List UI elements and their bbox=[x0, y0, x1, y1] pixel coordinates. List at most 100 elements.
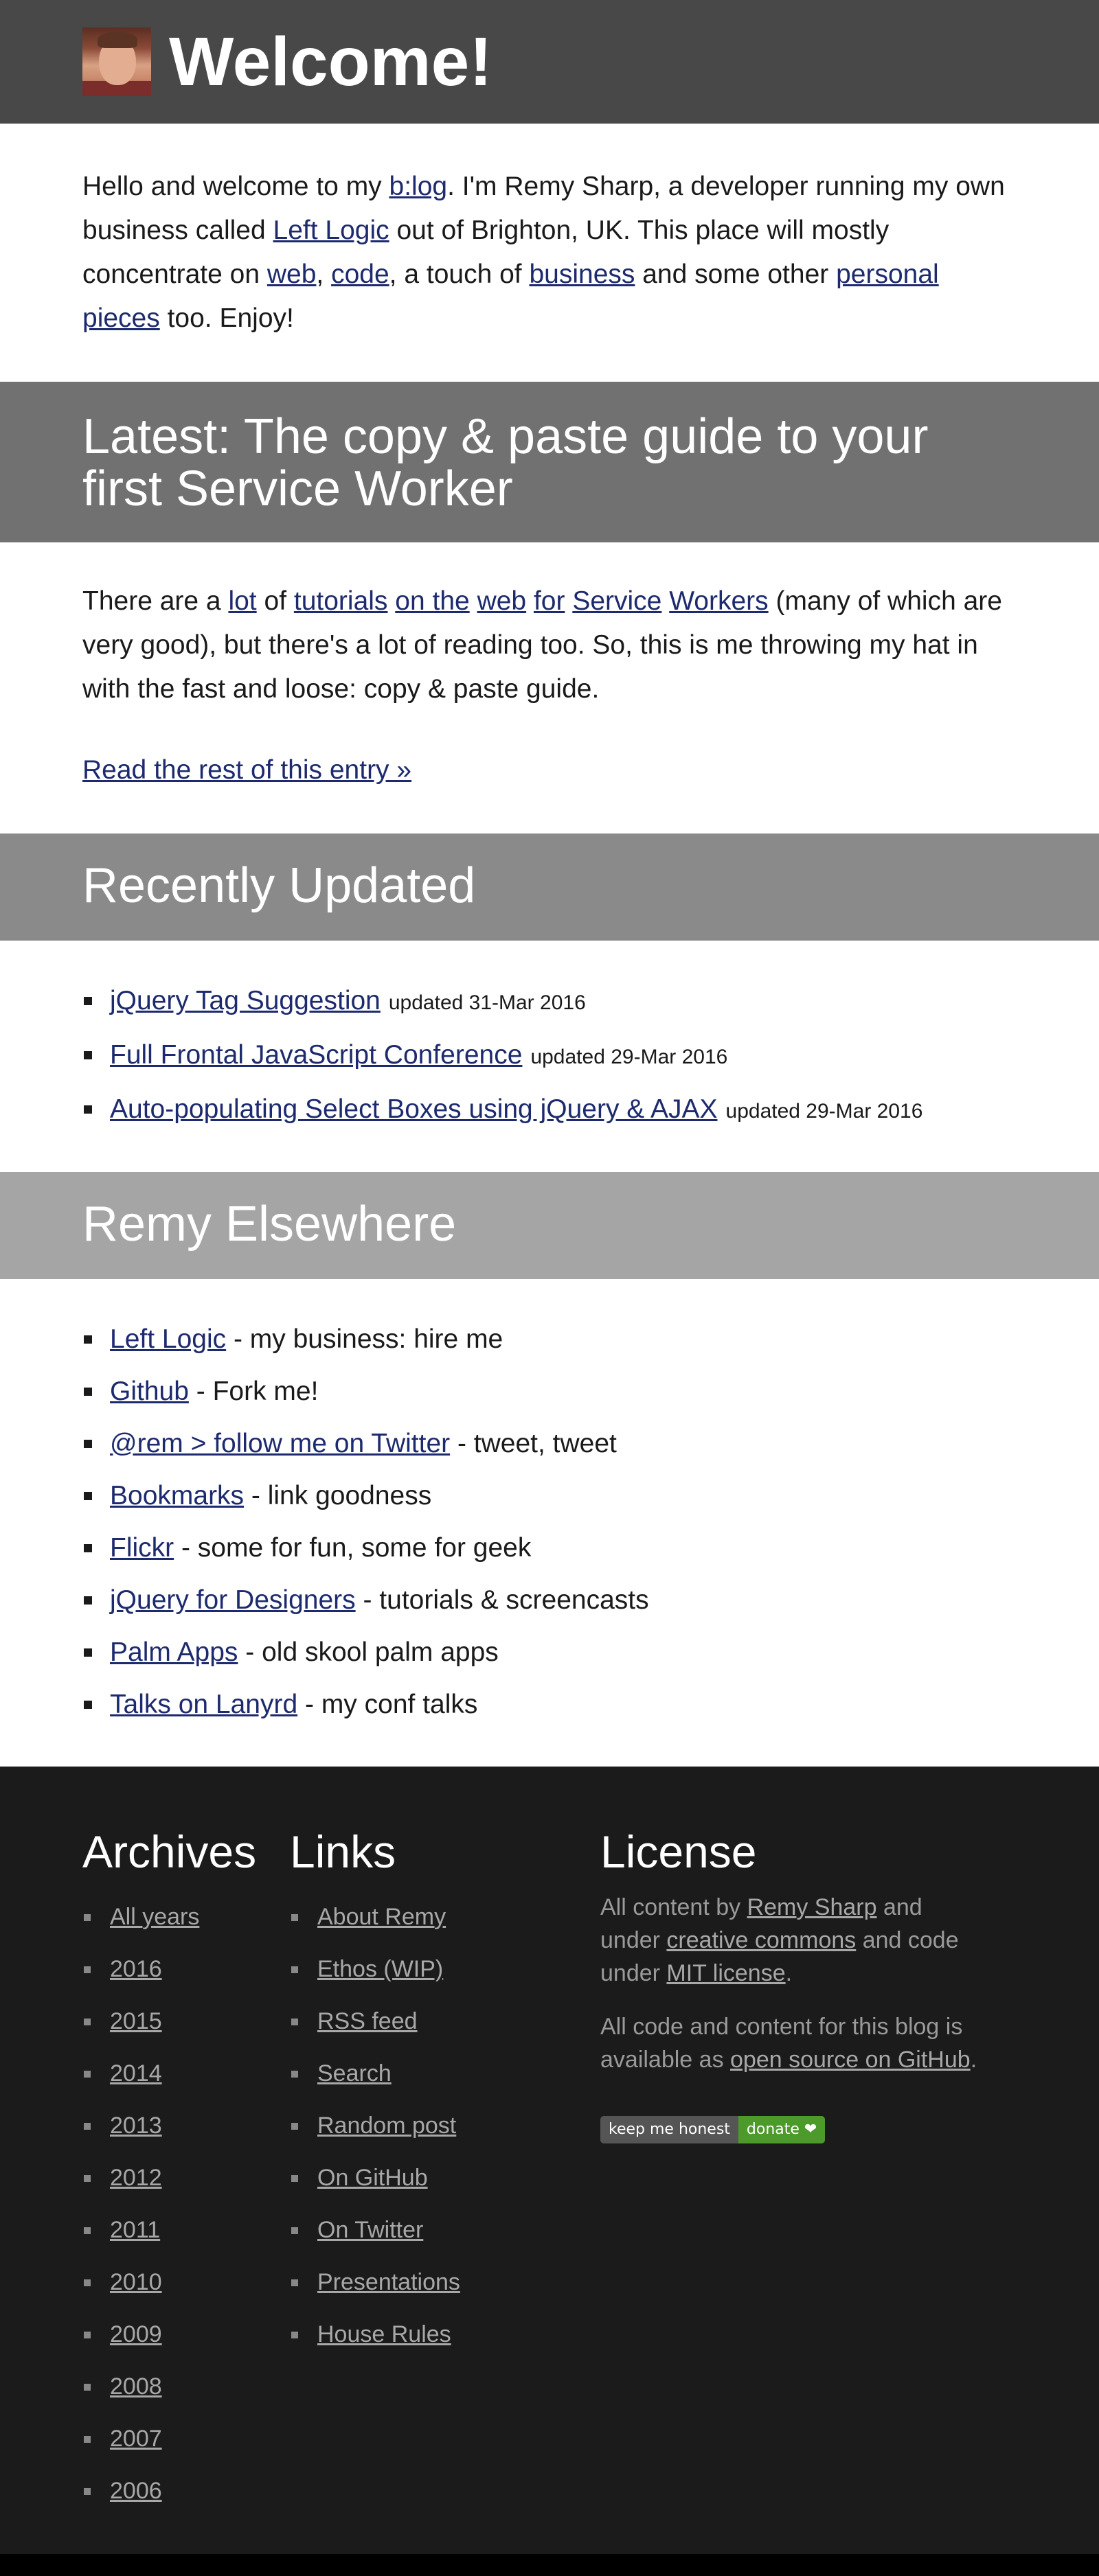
footer-link[interactable]: About Remy bbox=[317, 1904, 446, 1930]
archive-link[interactable]: All years bbox=[110, 1904, 199, 1930]
site-title: Welcome! bbox=[169, 23, 492, 100]
elsewhere-link[interactable]: Palm Apps bbox=[110, 1637, 238, 1667]
footer-link[interactable]: Search bbox=[317, 2060, 392, 2086]
list-item: On GitHub bbox=[290, 2152, 600, 2204]
list-item: About Remy bbox=[290, 1891, 600, 1943]
archives-heading: Archives bbox=[82, 1826, 257, 1877]
list-item: Full Frontal JavaScript Conference update… bbox=[82, 1029, 1017, 1083]
bottom-bar bbox=[0, 2553, 1099, 2576]
open-source-text: All code and content for this blog is av… bbox=[600, 2013, 977, 2073]
license-heading: License bbox=[600, 1826, 757, 1877]
elsewhere-list: Left Logic - my business: hire me Github… bbox=[82, 1313, 1017, 1731]
latest-post-link[interactable]: Latest: The copy & paste guide to your f… bbox=[82, 409, 928, 516]
footer-link[interactable]: Presentations bbox=[317, 2269, 460, 2295]
avatar[interactable] bbox=[82, 27, 151, 96]
list-item: Ethos (WIP) bbox=[290, 1943, 600, 1995]
updated-date: updated 29-Mar 2016 bbox=[725, 1100, 923, 1123]
remy-sharp-link[interactable]: Remy Sharp bbox=[747, 1894, 877, 1920]
list-item: @rem > follow me on Twitter - tweet, twe… bbox=[82, 1418, 1017, 1470]
list-item: 2010 bbox=[82, 2256, 290, 2308]
elsewhere-link[interactable]: Talks on Lanyrd bbox=[110, 1690, 297, 1719]
list-item: Random post bbox=[290, 2100, 600, 2152]
blog-link[interactable]: b:log bbox=[389, 172, 448, 201]
list-item: House Rules bbox=[290, 2308, 600, 2360]
github-source-link[interactable]: open source on GitHub bbox=[730, 2047, 971, 2073]
list-item: 2006 bbox=[82, 2465, 290, 2517]
mit-license-link[interactable]: MIT license bbox=[666, 1960, 785, 1986]
left-logic-link[interactable]: Left Logic bbox=[273, 216, 389, 245]
recently-updated-section: jQuery Tag Suggestion updated 31-Mar 2016… bbox=[0, 941, 1099, 1172]
license-text: All content by Remy Sharp and under crea… bbox=[600, 1894, 959, 1986]
latest-heading: Latest: The copy & paste guide to your f… bbox=[0, 382, 1099, 542]
elsewhere-link[interactable]: Flickr bbox=[110, 1533, 174, 1563]
footer-links-list: About Remy Ethos (WIP) RSS feed Search R… bbox=[290, 1891, 600, 2360]
links-heading: Links bbox=[290, 1826, 396, 1877]
list-item: 2009 bbox=[82, 2308, 290, 2360]
archive-link[interactable]: 2009 bbox=[110, 2321, 162, 2347]
archive-link[interactable]: 2011 bbox=[110, 2217, 160, 2243]
tutorial-link[interactable]: Workers bbox=[669, 586, 768, 616]
elsewhere-link[interactable]: @rem > follow me on Twitter bbox=[110, 1429, 450, 1458]
recent-post-link[interactable]: Full Frontal JavaScript Conference bbox=[110, 1040, 522, 1070]
tutorial-link[interactable]: for bbox=[534, 586, 565, 616]
tutorial-link[interactable]: of bbox=[264, 586, 287, 616]
tutorial-link[interactable]: Service bbox=[572, 586, 661, 616]
tutorial-link[interactable]: web bbox=[477, 586, 527, 616]
donate-badge[interactable]: keep me honest donate ❤ bbox=[600, 2115, 826, 2143]
site-header: Welcome! bbox=[0, 0, 1099, 124]
footer-link[interactable]: On GitHub bbox=[317, 2165, 428, 2191]
list-item: 2014 bbox=[82, 2047, 290, 2100]
list-item: jQuery Tag Suggestion updated 31-Mar 2016 bbox=[82, 975, 1017, 1029]
list-item: Talks on Lanyrd - my conf talks bbox=[82, 1679, 1017, 1731]
business-link[interactable]: business bbox=[529, 260, 635, 289]
elsewhere-link[interactable]: Bookmarks bbox=[110, 1481, 244, 1510]
list-item: Auto-populating Select Boxes using jQuer… bbox=[82, 1083, 1017, 1138]
archive-link[interactable]: 2008 bbox=[110, 2373, 162, 2400]
archive-link[interactable]: 2015 bbox=[110, 2008, 162, 2034]
archives-list: All years 2016 2015 2014 2013 2012 2011 … bbox=[82, 1891, 290, 2517]
list-item: Presentations bbox=[290, 2256, 600, 2308]
recent-post-link[interactable]: Auto-populating Select Boxes using jQuer… bbox=[110, 1094, 718, 1124]
read-more-link[interactable]: Read the rest of this entry » bbox=[82, 755, 411, 785]
badge-label: keep me honest bbox=[600, 2115, 738, 2143]
footer-link[interactable]: RSS feed bbox=[317, 2008, 418, 2034]
recent-post-link[interactable]: jQuery Tag Suggestion bbox=[110, 986, 381, 1015]
list-item: jQuery for Designers - tutorials & scree… bbox=[82, 1574, 1017, 1626]
updated-date: updated 31-Mar 2016 bbox=[388, 991, 586, 1014]
list-item: Left Logic - my business: hire me bbox=[82, 1313, 1017, 1366]
elsewhere-link[interactable]: jQuery for Designers bbox=[110, 1585, 356, 1615]
footer-link[interactable]: Ethos (WIP) bbox=[317, 1956, 443, 1982]
archive-link[interactable]: 2013 bbox=[110, 2113, 162, 2139]
archive-link[interactable]: 2016 bbox=[110, 1956, 162, 1982]
footer-link[interactable]: On Twitter bbox=[317, 2217, 423, 2243]
list-item: 2015 bbox=[82, 1995, 290, 2047]
footer-link[interactable]: House Rules bbox=[317, 2321, 451, 2347]
tutorial-link[interactable]: lot bbox=[228, 586, 256, 616]
web-link[interactable]: web bbox=[267, 260, 317, 289]
archive-link[interactable]: 2010 bbox=[110, 2269, 162, 2295]
list-item: Flickr - some for fun, some for geek bbox=[82, 1522, 1017, 1574]
archive-link[interactable]: 2012 bbox=[110, 2165, 162, 2191]
tutorial-link[interactable]: on the bbox=[395, 586, 469, 616]
archive-link[interactable]: 2014 bbox=[110, 2060, 162, 2086]
intro-paragraph: Hello and welcome to my b:log. I'm Remy … bbox=[82, 172, 1005, 333]
list-item: RSS feed bbox=[290, 1995, 600, 2047]
remy-elsewhere-section: Left Logic - my business: hire me Github… bbox=[0, 1279, 1099, 1767]
archive-link[interactable]: 2006 bbox=[110, 2478, 162, 2504]
list-item: 2007 bbox=[82, 2413, 290, 2465]
badge-donate: donate ❤ bbox=[738, 2115, 826, 2143]
elsewhere-link[interactable]: Left Logic bbox=[110, 1324, 226, 1354]
links-column: Links About Remy Ethos (WIP) RSS feed Se… bbox=[290, 1827, 600, 2517]
list-item: 2013 bbox=[82, 2100, 290, 2152]
code-link[interactable]: code bbox=[331, 260, 389, 289]
footer-link[interactable]: Random post bbox=[317, 2113, 456, 2139]
list-item: Search bbox=[290, 2047, 600, 2100]
tutorial-link[interactable]: tutorials bbox=[294, 586, 388, 616]
list-item: 2016 bbox=[82, 1943, 290, 1995]
list-item: Github - Fork me! bbox=[82, 1366, 1017, 1418]
creative-commons-link[interactable]: creative commons bbox=[666, 1927, 856, 1953]
archive-link[interactable]: 2007 bbox=[110, 2426, 162, 2452]
elsewhere-link[interactable]: Github bbox=[110, 1377, 189, 1406]
list-item: Bookmarks - link goodness bbox=[82, 1470, 1017, 1522]
list-item: On Twitter bbox=[290, 2204, 600, 2256]
